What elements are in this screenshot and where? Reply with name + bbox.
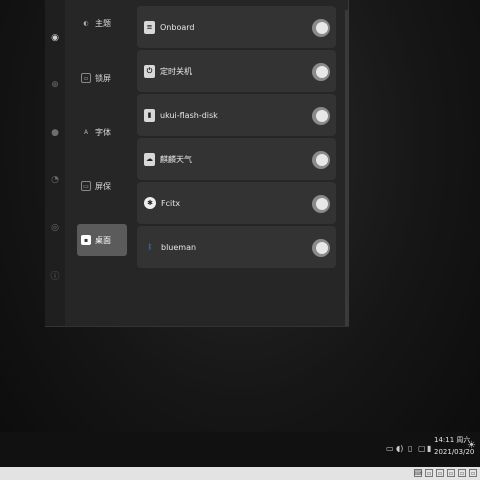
app-label: ukui-flash-disk (160, 110, 218, 120)
screensaver-icon: ▭ (81, 181, 91, 191)
display-icon[interactable]: ▫ (436, 469, 444, 477)
nav-item-desktop[interactable]: ▪ 桌面 (77, 224, 127, 256)
nav-item-font[interactable]: A 字体 (77, 116, 127, 148)
onboard-icon: ≡ (144, 20, 155, 34)
startup-toggle[interactable] (312, 195, 330, 213)
bottom-strip (0, 467, 480, 480)
screen-icon[interactable]: ▫ (447, 469, 455, 477)
time-category-icon[interactable]: ◔ (47, 172, 63, 188)
mouse-icon[interactable]: ▫ (458, 469, 466, 477)
startup-app-item: ☁ 麒麟天气 (137, 138, 336, 180)
timer-shutdown-icon: ⏻ (144, 64, 155, 78)
app-label: Fcitx (161, 198, 181, 208)
app-label: 麒麟天气 (160, 154, 192, 164)
startup-toggle[interactable] (312, 107, 330, 125)
about-category-icon[interactable]: ⓘ (47, 267, 63, 283)
app-label: 定时关机 (160, 66, 192, 76)
startup-toggle[interactable] (312, 239, 330, 257)
nav-item-label: 字体 (95, 127, 111, 137)
keyboard-icon[interactable]: ⌨ (414, 469, 422, 477)
startup-toggle[interactable] (312, 151, 330, 169)
network-category-icon[interactable]: ⊕ (47, 77, 63, 93)
volume-tray-icon[interactable]: ◖) (396, 444, 403, 453)
account-category-icon[interactable]: ● (47, 125, 63, 141)
startup-app-item: ✱ Fcitx (137, 182, 336, 224)
network-tray-icon[interactable]: ▭ (386, 444, 394, 453)
app-label: Onboard (160, 22, 195, 32)
weather-icon: ☁ (144, 152, 155, 166)
app-label: blueman (161, 242, 197, 252)
update-category-icon[interactable]: ◎ (47, 220, 63, 236)
bluetooth-icon: ᛒ (147, 243, 153, 251)
startup-app-item: ⏻ 定时关机 (137, 50, 336, 92)
nav-item-label: 桌面 (95, 235, 111, 245)
startup-app-item: ᛒ blueman (137, 226, 336, 268)
nav-item-label: 锁屏 (95, 73, 111, 83)
lockscreen-icon: ▫ (81, 73, 91, 83)
nav-item-lockscreen[interactable]: ▫ 锁屏 (77, 62, 127, 94)
personalize-category-icon[interactable]: ◉ (45, 24, 65, 52)
clipboard-tray-icon[interactable]: ▯ (408, 444, 412, 453)
notification-icon[interactable]: ☀ (467, 440, 476, 451)
startup-toggle[interactable] (312, 63, 330, 81)
nav-item-theme[interactable]: ◐ 主题 (77, 7, 127, 39)
clock-time: 14:11 (434, 436, 455, 444)
nav-item-label: 主题 (95, 18, 111, 28)
startup-toggle[interactable] (312, 19, 330, 37)
storage-tray-icon[interactable]: ▢ (418, 444, 426, 453)
settings-icon[interactable]: ▫ (469, 469, 477, 477)
font-icon: A (83, 128, 89, 136)
nav-item-screensaver[interactable]: ▭ 屏保 (77, 170, 127, 202)
flash-disk-icon: ▮ (144, 108, 155, 122)
window-icon[interactable]: ▫ (425, 469, 433, 477)
theme-icon: ◐ (83, 19, 89, 27)
nav-item-label: 屏保 (95, 181, 111, 191)
scrollbar[interactable] (345, 10, 348, 326)
desktop-icon: ▪ (81, 235, 91, 245)
startup-app-item: ▮ ukui-flash-disk (137, 94, 336, 136)
startup-app-item: ≡ Onboard (137, 6, 336, 48)
fcitx-icon: ✱ (144, 197, 156, 209)
battery-tray-icon[interactable]: ▮ (427, 444, 431, 453)
category-rail: ◉ ⊕ ● ◔ ◎ ⓘ (45, 0, 65, 326)
